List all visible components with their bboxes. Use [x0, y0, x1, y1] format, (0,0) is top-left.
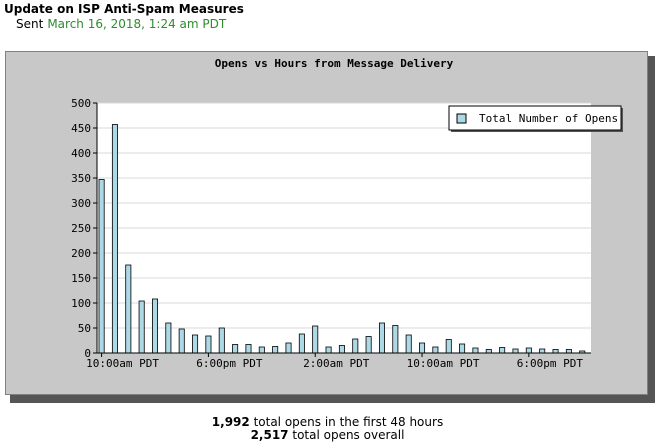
bar: [539, 348, 546, 354]
y-tick-label: 50: [78, 322, 91, 335]
message-header: Update on ISP Anti-Spam Measures Sent Mar…: [4, 2, 244, 32]
bar: [392, 325, 399, 354]
sent-date: March 16, 2018, 1:24 am PDT: [47, 17, 227, 31]
bar: [165, 322, 172, 354]
bar: [98, 179, 105, 354]
bar: [552, 349, 559, 354]
bar: [192, 334, 199, 354]
x-tick-label: 10:00am PDT: [86, 357, 159, 370]
y-tick-label: 200: [71, 247, 91, 260]
bar: [365, 336, 372, 354]
bar: [459, 343, 466, 354]
x-tick-label: 10:00am PDT: [407, 357, 480, 370]
sent-line: Sent March 16, 2018, 1:24 am PDT: [16, 17, 244, 32]
bar: [272, 346, 279, 354]
bar: [325, 346, 332, 354]
bar: [178, 328, 185, 354]
bar: [205, 335, 212, 354]
first48-count: 1,992: [211, 415, 250, 429]
message-title: Update on ISP Anti-Spam Measures: [4, 2, 244, 16]
y-tick-label: 450: [71, 122, 91, 135]
bar: [111, 124, 118, 354]
bar: [485, 349, 492, 354]
chart-title: Opens vs Hours from Message Delivery: [215, 57, 454, 70]
y-tick-label: 500: [71, 97, 91, 110]
opens-chart: Opens vs Hours from Message Delivery0501…: [71, 57, 623, 370]
bar: [499, 347, 506, 354]
bar: [565, 349, 572, 354]
y-tick-label: 400: [71, 147, 91, 160]
bar: [232, 344, 239, 354]
legend-swatch: [456, 113, 467, 124]
x-tick-label: 6:00pm PDT: [517, 357, 584, 370]
y-tick-label: 150: [71, 272, 91, 285]
bar: [352, 338, 359, 354]
bar: [405, 334, 412, 354]
overall-count: 2,517: [250, 428, 289, 442]
bar: [312, 325, 319, 354]
summary-overall: 2,517 total opens overall: [0, 429, 655, 442]
y-tick-label: 350: [71, 172, 91, 185]
sent-label: Sent: [16, 17, 44, 31]
y-tick-label: 250: [71, 222, 91, 235]
bar: [258, 346, 265, 354]
bar: [245, 344, 252, 354]
bar: [138, 300, 145, 354]
first48-text: total opens in the first 48 hours: [253, 415, 444, 429]
bar: [378, 322, 385, 354]
bar: [512, 348, 519, 354]
bar: [152, 298, 159, 354]
bar: [432, 346, 439, 354]
chart-frame: Opens vs Hours from Message Delivery 0 50 1…: [5, 51, 648, 395]
bar: [218, 327, 225, 354]
bar: [298, 333, 305, 354]
y-tick-label: 300: [71, 197, 91, 210]
bar: [338, 345, 345, 354]
bar: [525, 347, 532, 354]
bar: [445, 339, 452, 354]
bar: [472, 347, 479, 354]
bar: [419, 342, 426, 354]
overall-text: total opens overall: [292, 428, 405, 442]
legend-label: Total Number of Opens: [479, 112, 618, 125]
x-tick-label: 2:00am PDT: [303, 357, 370, 370]
y-tick-label: 100: [71, 297, 91, 310]
bar: [125, 264, 132, 354]
x-tick-label: 6:00pm PDT: [196, 357, 263, 370]
bar: [285, 342, 292, 354]
